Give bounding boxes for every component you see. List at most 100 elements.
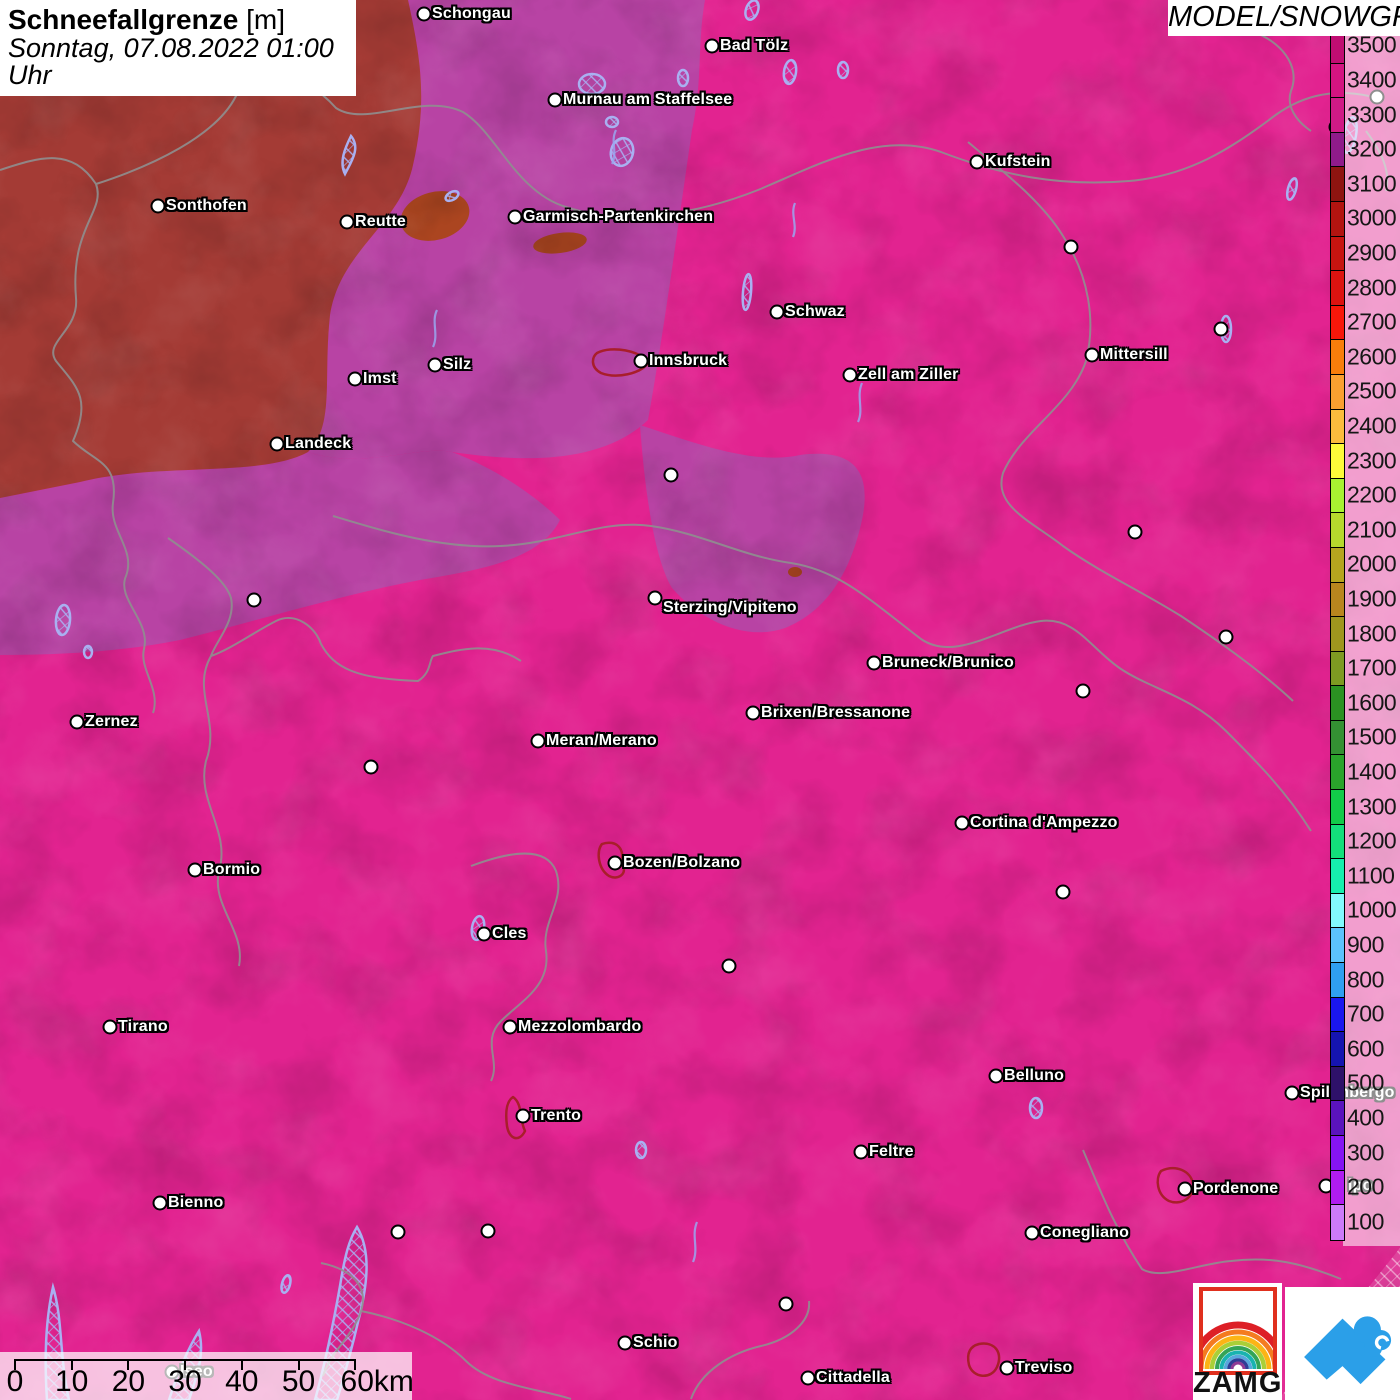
city-dot <box>1000 1361 1015 1376</box>
colorbar-segment <box>1331 98 1344 133</box>
city-dot <box>188 863 203 878</box>
colorbar-segment <box>1331 1067 1344 1102</box>
city-label: Schio <box>633 1334 678 1352</box>
city-label: Sonthofen <box>166 197 247 215</box>
colorbar-segment <box>1331 479 1344 514</box>
city-label: Schwaz <box>785 303 845 321</box>
city-label: Reutte <box>355 213 406 231</box>
colorbar-segment <box>1331 202 1344 237</box>
colorbar-segment <box>1331 652 1344 687</box>
colorbar-segment <box>1331 998 1344 1033</box>
city-dot <box>722 959 737 974</box>
city-label: Imst <box>363 370 397 388</box>
zamg-rainbow-icon <box>1199 1287 1277 1375</box>
scalebar-label: 40 <box>225 1365 258 1399</box>
city-label: Tirano <box>118 1018 168 1036</box>
city-dot <box>1214 322 1229 337</box>
city-dot <box>843 368 858 383</box>
city-label: Bruneck/Brunico <box>882 654 1014 672</box>
city-dot <box>1219 630 1234 645</box>
map-title: Schneefallgrenze [m] <box>8 5 348 35</box>
city-label: Mezzolombardo <box>518 1018 642 1036</box>
city-dot <box>477 927 492 942</box>
city-dot <box>417 7 432 22</box>
scalebar-label: 50 <box>282 1365 315 1399</box>
city-dot <box>634 354 649 369</box>
colorbar-segment <box>1331 271 1344 306</box>
zamg-logo: ZAMG <box>1193 1283 1282 1400</box>
city-dot <box>1076 684 1091 699</box>
city-label: Zernez <box>85 713 138 731</box>
city-dot <box>801 1371 816 1386</box>
colorbar-segment <box>1331 686 1344 721</box>
scalebar-label: 10 <box>55 1365 88 1399</box>
city-label: Sterzing/Vipiteno <box>663 599 797 617</box>
city-dot <box>508 210 523 225</box>
city-dot <box>989 1069 1004 1084</box>
city-label: Zell am Ziller <box>858 366 959 384</box>
colorbar-segment <box>1331 894 1344 929</box>
colorbar-segment <box>1331 548 1344 583</box>
city-dot <box>151 199 166 214</box>
city-label: Murnau am Staffelsee <box>563 91 732 109</box>
city-dot <box>664 468 679 483</box>
snowgrid-map-screenshot: SchongauBad TölzKemptenMurnau am Staffel… <box>0 0 1400 1400</box>
city-label: Feltre <box>869 1143 914 1161</box>
city-label: Bozen/Bolzano <box>623 854 740 872</box>
city-dot <box>770 305 785 320</box>
city-dot <box>1025 1226 1040 1241</box>
colorbar <box>1330 28 1345 1241</box>
colorbar-segment <box>1331 928 1344 963</box>
city-label: Pordenone <box>1193 1180 1278 1198</box>
city-label: Brixen/Bressanone <box>761 704 910 722</box>
city-dot <box>1056 885 1071 900</box>
colorbar-label-backdrop <box>1343 24 1400 1246</box>
city-dot <box>608 856 623 871</box>
colorbar-segment <box>1331 1032 1344 1067</box>
city-label: Belluno <box>1004 1067 1064 1085</box>
city-dot <box>428 358 443 373</box>
city-label: Landeck <box>285 435 351 453</box>
city-dot <box>516 1109 531 1124</box>
colorbar-segment <box>1331 340 1344 375</box>
colorbar-segment <box>1331 1205 1344 1240</box>
title-box: Schneefallgrenze [m] Sonntag, 07.08.2022… <box>0 0 356 96</box>
city-label: Bienno <box>168 1194 223 1212</box>
city-dot <box>1064 240 1079 255</box>
city-dot <box>955 816 970 831</box>
city-dot <box>779 1297 794 1312</box>
colorbar-segment <box>1331 410 1344 445</box>
colorbar-segment <box>1331 583 1344 618</box>
colorbar-segment <box>1331 617 1344 652</box>
city-dot <box>867 656 882 671</box>
distance-scalebar: 0102030405060km <box>0 1352 412 1400</box>
scalebar-label: 0 <box>7 1365 24 1399</box>
city-label: Conegliano <box>1040 1224 1129 1242</box>
city-dot <box>648 591 663 606</box>
city-dot <box>364 760 379 775</box>
city-label: Silz <box>443 356 471 374</box>
city-label: Garmisch-Partenkirchen <box>523 208 713 226</box>
city-dot <box>970 155 985 170</box>
city-dot <box>705 39 720 54</box>
city-dot <box>531 734 546 749</box>
scalebar-label: 30 <box>168 1365 201 1399</box>
city-dot <box>348 372 363 387</box>
city-label: Innsbruck <box>649 352 727 370</box>
colorbar-segment <box>1331 963 1344 998</box>
city-dot <box>270 437 285 452</box>
city-dot <box>1085 348 1100 363</box>
mountain-cloud-icon <box>1285 1287 1400 1400</box>
colorbar-segment <box>1331 237 1344 272</box>
colorbar-segment <box>1331 790 1344 825</box>
city-dot <box>391 1225 406 1240</box>
city-dot <box>153 1196 168 1211</box>
scalebar-label: 60km <box>341 1365 414 1399</box>
colorbar-segment <box>1331 721 1344 756</box>
city-markers-layer: SchongauBad TölzKemptenMurnau am Staffel… <box>0 0 1400 1400</box>
city-label: Cittadella <box>816 1369 890 1387</box>
city-dot <box>103 1020 118 1035</box>
snow-logo <box>1285 1287 1400 1400</box>
city-label: Mittersill <box>1100 346 1168 364</box>
city-dot <box>548 93 563 108</box>
